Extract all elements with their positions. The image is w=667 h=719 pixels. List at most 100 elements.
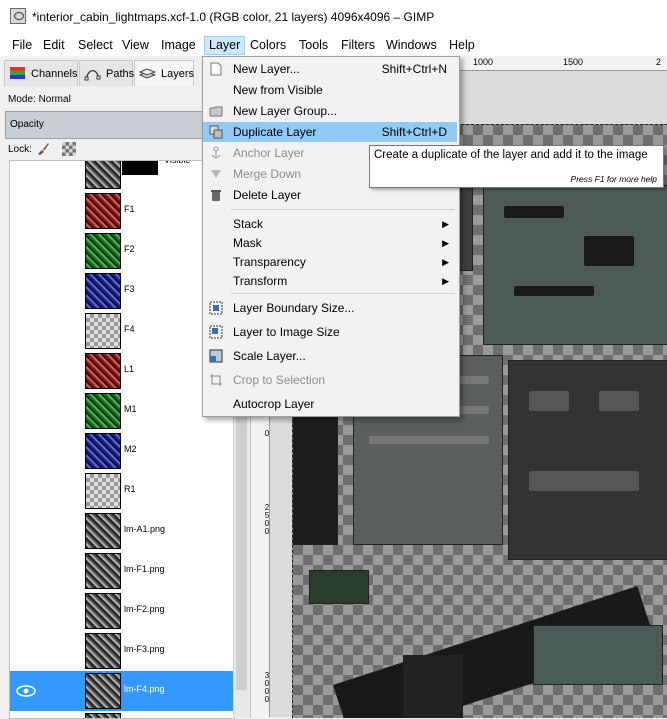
menu-image[interactable]: Image	[157, 37, 200, 54]
visibility-toggle[interactable]	[14, 442, 38, 460]
visibility-toggle[interactable]	[14, 482, 38, 500]
menu-view[interactable]: View	[118, 37, 153, 54]
layer-row[interactable]: F4	[10, 311, 234, 351]
scale-icon	[209, 349, 223, 363]
tooltip-hint: Press F1 for more help	[570, 174, 657, 184]
visibility-toggle[interactable]	[14, 282, 38, 300]
layer-thumbnail	[85, 473, 121, 509]
visibility-toggle[interactable]	[14, 562, 38, 580]
opacity-label: Opacity	[10, 119, 44, 130]
layer-row[interactable]: lm-F4.png	[10, 671, 234, 711]
layer-thumbnail	[85, 633, 121, 669]
eye-icon[interactable]	[14, 682, 38, 700]
layer-row[interactable]: lm-F1.png	[10, 551, 234, 591]
tab-layers[interactable]: Layers	[134, 60, 194, 86]
ruler-label-2: 2	[656, 57, 662, 67]
menu-item-label: New Layer...	[233, 62, 300, 76]
menu-item-crop-to-selection[interactable]: Crop to Selection	[203, 370, 457, 390]
tab-channels[interactable]: Channels	[4, 60, 78, 86]
menu-item-label: Transparency	[233, 255, 306, 269]
visibility-toggle[interactable]	[14, 362, 38, 380]
layer-row[interactable]: F3	[10, 271, 234, 311]
layer-row[interactable]: Visible	[10, 160, 234, 191]
submenu-arrow-icon: ▶	[442, 276, 449, 286]
menu-layer[interactable]: Layer	[204, 36, 246, 55]
menu-item-label: Layer to Image Size	[233, 325, 340, 339]
menu-item-transparency[interactable]: Transparency ▶	[203, 252, 457, 272]
layer-thumbnail	[85, 513, 121, 549]
menu-item-label: Transform	[233, 274, 288, 288]
layer-thumbnail	[85, 713, 121, 718]
submenu-arrow-icon: ▶	[442, 257, 449, 267]
layer-name: F1	[124, 204, 135, 214]
menu-item-new-layer[interactable]: New Layer... Shift+Ctrl+N	[203, 59, 457, 79]
layer-name: Visible	[164, 160, 191, 165]
menu-item-new-from-visible[interactable]: New from Visible	[203, 80, 457, 100]
layer-row[interactable]: lm-F2.png	[10, 591, 234, 631]
menu-item-layer-boundary-size[interactable]: Layer Boundary Size...	[203, 298, 457, 318]
layer-thumbnail	[85, 553, 121, 589]
layer-row[interactable]: lm-F3.png	[10, 631, 234, 671]
visibility-toggle[interactable]	[14, 402, 38, 420]
title-bar: *interior_cabin_lightmaps.xcf-1.0 (RGB c…	[0, 0, 667, 35]
menu-item-mask[interactable]: Mask ▶	[203, 233, 457, 253]
menu-filters[interactable]: Filters	[337, 37, 379, 54]
menu-file[interactable]: File	[8, 37, 36, 54]
menu-separator	[231, 209, 455, 210]
layers-icon	[139, 68, 156, 79]
visibility-toggle[interactable]	[14, 322, 38, 340]
layer-name: lm-F3.png	[124, 644, 165, 654]
menu-windows[interactable]: Windows	[382, 37, 441, 54]
layer-row[interactable]: L1	[10, 351, 234, 391]
visibility-toggle[interactable]	[14, 522, 38, 540]
menu-select[interactable]: Select	[74, 37, 117, 54]
menu-edit[interactable]: Edit	[39, 37, 69, 54]
tab-paths[interactable]: Paths	[79, 60, 134, 86]
merge-icon	[209, 167, 223, 181]
lock-label: Lock:	[8, 144, 32, 155]
menu-item-layer-to-image-size[interactable]: Layer to Image Size	[203, 322, 457, 342]
visibility-toggle[interactable]	[14, 162, 38, 180]
lock-pixels-icon[interactable]	[36, 142, 50, 156]
lock-alpha-icon[interactable]	[62, 142, 76, 156]
ruler-label-2500: 2500	[264, 503, 270, 536]
menu-help[interactable]: Help	[445, 37, 479, 54]
menu-item-label: Mask	[233, 236, 262, 250]
menu-item-label: Merge Down	[233, 167, 302, 181]
menu-colors[interactable]: Colors	[246, 37, 290, 54]
menu-item-duplicate-layer[interactable]: Duplicate Layer Shift+Ctrl+D	[203, 122, 457, 142]
menu-item-new-layer-group[interactable]: New Layer Group...	[203, 101, 457, 121]
menu-item-autocrop-layer[interactable]: Autocrop Layer	[203, 394, 457, 414]
menu-item-scale-layer[interactable]: Scale Layer...	[203, 346, 457, 366]
layer-name: lm-F1.png	[124, 564, 165, 574]
visibility-toggle[interactable]	[14, 202, 38, 220]
menu-item-delete-layer[interactable]: Delete Layer	[203, 185, 457, 205]
visibility-toggle[interactable]	[14, 242, 38, 260]
layer-row[interactable]: M2	[10, 431, 234, 471]
layer-thumbnail	[85, 673, 121, 709]
visibility-toggle[interactable]	[14, 602, 38, 620]
layer-row[interactable]: F2	[10, 231, 234, 271]
visibility-toggle[interactable]	[14, 642, 38, 660]
mode-selector[interactable]: Mode: Normal	[8, 94, 71, 105]
texture-panel	[309, 570, 369, 604]
layer-row[interactable]: R1	[10, 471, 234, 511]
layer-mask-thumbnail	[122, 161, 158, 175]
menu-tools[interactable]: Tools	[295, 37, 332, 54]
layer-name: R1	[124, 484, 136, 494]
layer-row[interactable]	[10, 711, 234, 718]
layer-row[interactable]: F1	[10, 191, 234, 231]
window-title: *interior_cabin_lightmaps.xcf-1.0 (RGB c…	[32, 10, 435, 24]
layer-row[interactable]: lm-A1.png	[10, 511, 234, 551]
submenu-arrow-icon: ▶	[442, 238, 449, 248]
menu-item-label: Layer Boundary Size...	[233, 301, 355, 315]
layer-name: lm-A1.png	[124, 524, 166, 534]
ruler-label-1500: 1500	[563, 57, 584, 67]
layer-menu-dropdown: New Layer... Shift+Ctrl+N New from Visible…	[202, 56, 460, 417]
layer-row[interactable]: M1	[10, 391, 234, 431]
menu-item-transform[interactable]: Transform ▶	[203, 271, 457, 291]
menu-item-shortcut: Shift+Ctrl+D	[381, 125, 447, 139]
menu-item-stack[interactable]: Stack ▶	[203, 214, 457, 234]
layer-thumbnail	[85, 593, 121, 629]
to-image-icon	[209, 325, 223, 339]
